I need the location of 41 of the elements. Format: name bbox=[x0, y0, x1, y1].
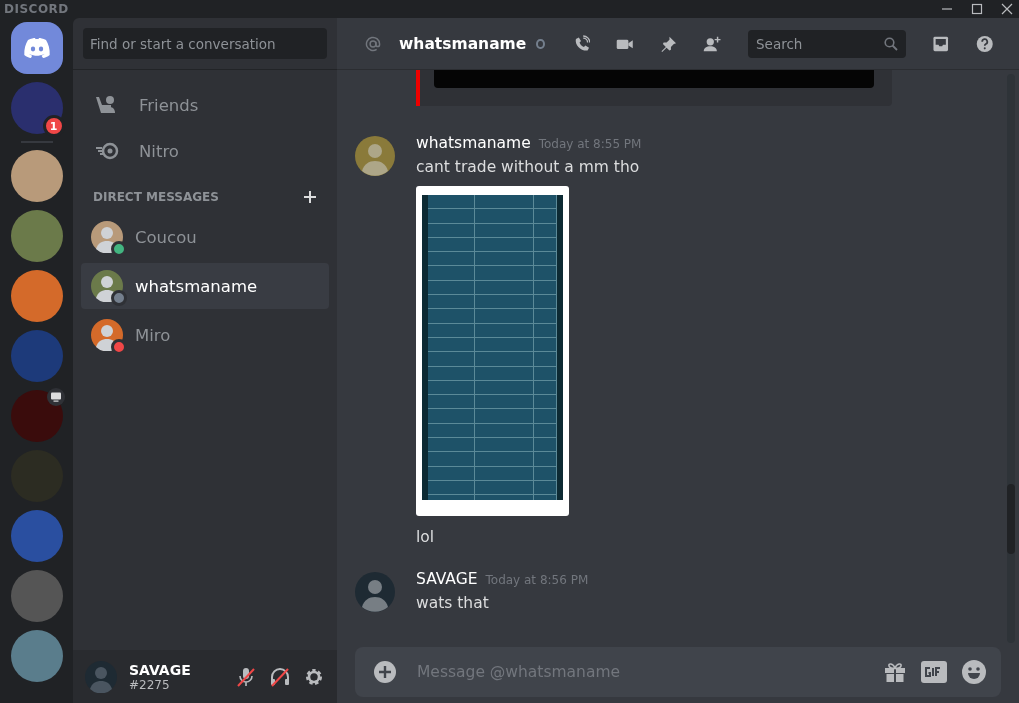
scrollbar-thumb[interactable] bbox=[1007, 484, 1015, 554]
monitor-icon bbox=[46, 388, 65, 406]
dm-item[interactable]: whatsmaname bbox=[81, 263, 329, 309]
server-icon[interactable] bbox=[10, 390, 63, 442]
message-text: lol bbox=[416, 527, 435, 548]
avatar-icon bbox=[355, 572, 395, 612]
message-text: wats that bbox=[416, 593, 489, 614]
search-field[interactable]: Search bbox=[748, 29, 906, 58]
microphone-icon[interactable] bbox=[235, 665, 257, 688]
username: SAVAGE bbox=[129, 661, 192, 678]
message-timestamp: Today at 8:55 PM bbox=[538, 137, 642, 151]
window-title: DISCORD bbox=[4, 2, 69, 16]
gif-icon[interactable] bbox=[921, 661, 947, 683]
nitro-icon bbox=[95, 141, 121, 161]
gift-icon[interactable] bbox=[883, 660, 907, 684]
home-button[interactable] bbox=[10, 22, 63, 74]
server-icon[interactable] bbox=[10, 150, 63, 202]
maximize-icon[interactable] bbox=[971, 3, 983, 15]
plus-icon[interactable] bbox=[303, 190, 317, 204]
add-circle-icon[interactable] bbox=[373, 660, 397, 684]
avatar-icon bbox=[85, 660, 117, 693]
message-text: cant trade without a mm tho bbox=[416, 157, 640, 178]
smiley-icon[interactable] bbox=[961, 659, 987, 685]
dm-item[interactable]: Miro bbox=[81, 312, 329, 358]
game-controller-icon bbox=[21, 37, 52, 59]
dm-item[interactable]: Coucou bbox=[81, 214, 329, 260]
phone-screenshot-image[interactable] bbox=[416, 186, 569, 516]
user-tag: #2275 bbox=[129, 677, 223, 692]
search-icon bbox=[884, 36, 898, 51]
close-icon[interactable] bbox=[1001, 3, 1013, 15]
avatar-icon bbox=[355, 136, 395, 176]
nav-item[interactable]: Friends bbox=[81, 82, 329, 128]
search-field[interactable]: Find or start a conversation bbox=[83, 28, 327, 59]
section-heading: DIRECT MESSAGES bbox=[93, 190, 219, 204]
scrollbar[interactable] bbox=[1007, 74, 1015, 643]
headphones-icon[interactable] bbox=[269, 665, 291, 688]
message-author[interactable]: SAVAGE bbox=[416, 570, 478, 588]
nav-item[interactable]: Nitro bbox=[81, 128, 329, 174]
message-author[interactable]: whatsmaname bbox=[416, 134, 531, 152]
message-timestamp: Today at 8:56 PM bbox=[485, 573, 589, 587]
channel-title: whatsmaname bbox=[399, 34, 527, 53]
